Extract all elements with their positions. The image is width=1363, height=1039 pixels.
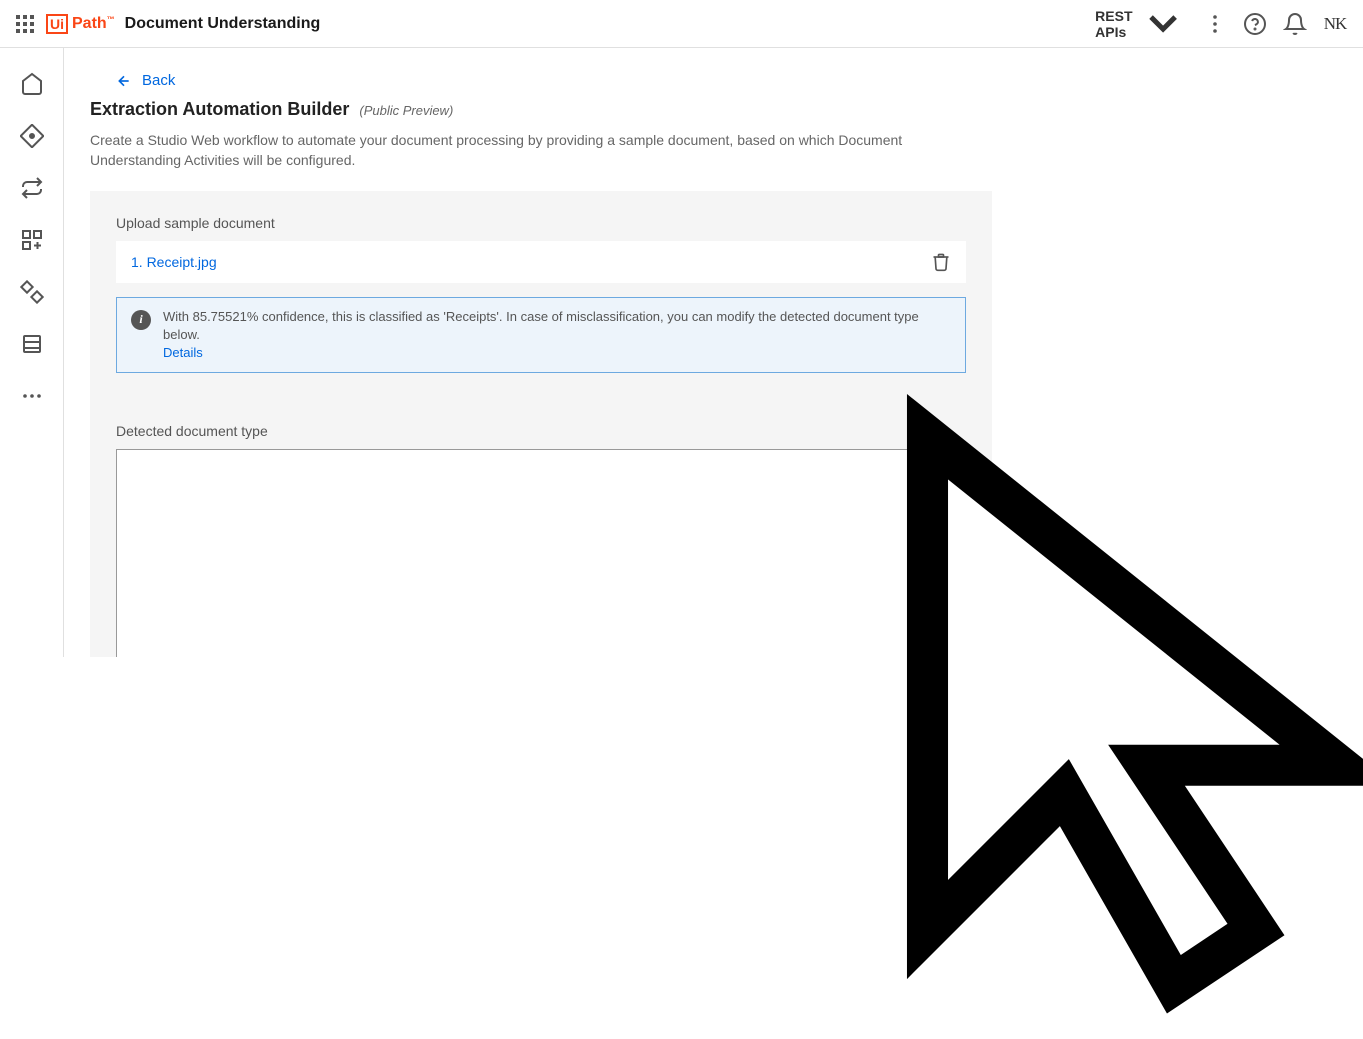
logo-ui: Ui — [46, 14, 68, 34]
sidebar-projects[interactable] — [20, 124, 44, 148]
apps-grid-icon[interactable] — [16, 15, 34, 33]
info-text-container: With 85.75521% confidence, this is class… — [163, 308, 951, 363]
more-vertical-icon — [1203, 12, 1227, 36]
sidebar-more[interactable] — [20, 384, 44, 408]
sidebar-grid-add[interactable] — [20, 228, 44, 252]
back-label: Back — [142, 72, 175, 89]
more-menu-button[interactable] — [1203, 12, 1227, 36]
arrow-left-icon — [116, 73, 132, 89]
help-icon — [1243, 12, 1267, 36]
grid-plus-icon — [20, 228, 44, 252]
user-avatar[interactable]: NK — [1323, 14, 1347, 34]
notifications-button[interactable] — [1283, 12, 1307, 36]
builder-card: Upload sample document 1. Receipt.jpg i … — [90, 191, 992, 657]
detected-type-select[interactable]: Receipts — [116, 449, 966, 657]
info-details-link[interactable]: Details — [163, 345, 203, 360]
help-button[interactable] — [1243, 12, 1267, 36]
page-title: Extraction Automation Builder — [90, 99, 349, 120]
page-title-row: Extraction Automation Builder (Public Pr… — [90, 99, 992, 120]
home-icon — [20, 72, 44, 96]
sidebar-refresh[interactable] — [20, 176, 44, 200]
info-message: With 85.75521% confidence, this is class… — [163, 309, 919, 342]
sidebar-integrations[interactable] — [20, 280, 44, 304]
upload-label: Upload sample document — [116, 215, 966, 231]
puzzle-icon — [20, 280, 44, 304]
chevron-down-icon — [1139, 0, 1187, 48]
topbar: Ui Path Document Understanding REST APIs… — [0, 0, 1363, 48]
server-icon — [20, 332, 44, 356]
sidebar-home[interactable] — [20, 72, 44, 96]
chevron-down-icon — [185, 461, 951, 657]
info-icon: i — [131, 310, 151, 330]
logo-path: Path — [72, 15, 115, 33]
page-description: Create a Studio Web workflow to automate… — [90, 130, 990, 171]
back-link[interactable]: Back — [116, 72, 175, 89]
classification-info: i With 85.75521% confidence, this is cla… — [116, 297, 966, 374]
sidebar — [0, 48, 64, 657]
preview-tag: (Public Preview) — [359, 103, 453, 118]
rest-apis-dropdown[interactable]: REST APIs — [1095, 0, 1187, 48]
detected-type-label: Detected document type — [116, 423, 966, 439]
delete-file-button[interactable] — [931, 252, 951, 272]
logo[interactable]: Ui Path Document Understanding — [46, 14, 320, 34]
topbar-left: Ui Path Document Understanding — [16, 14, 320, 34]
rest-apis-label: REST APIs — [1095, 8, 1133, 40]
uploaded-file-name[interactable]: 1. Receipt.jpg — [131, 254, 217, 270]
bell-icon — [1283, 12, 1307, 36]
sidebar-storage[interactable] — [20, 332, 44, 356]
more-horizontal-icon — [20, 384, 44, 408]
main-content: Back Extraction Automation Builder (Publ… — [64, 48, 1363, 657]
trash-icon — [931, 252, 951, 272]
target-icon — [20, 124, 44, 148]
uploaded-file-row: 1. Receipt.jpg — [116, 241, 966, 283]
topbar-right: REST APIs NK — [1095, 0, 1347, 48]
product-name: Document Understanding — [125, 15, 321, 33]
refresh-icon — [20, 176, 44, 200]
